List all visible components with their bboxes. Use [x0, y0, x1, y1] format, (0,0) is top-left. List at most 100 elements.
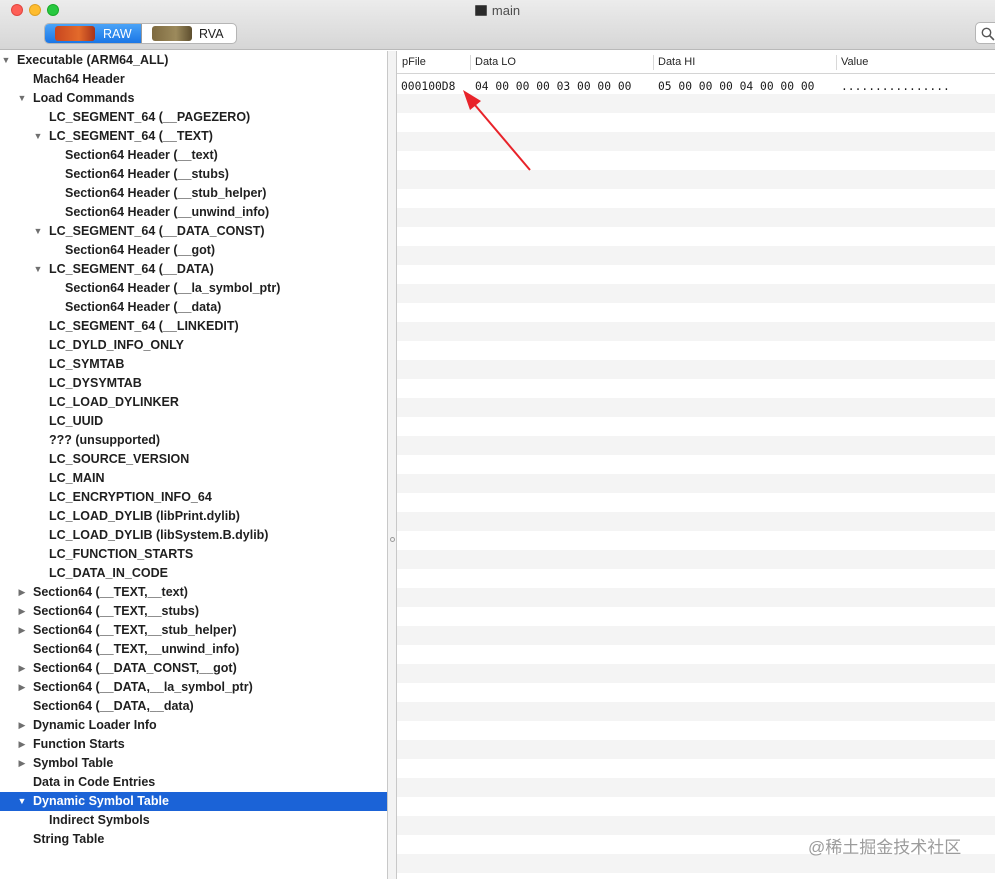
raw-mode-label: RAW: [103, 26, 132, 41]
outline-item[interactable]: LC_SEGMENT_64 (__PAGEZERO): [0, 108, 387, 127]
outline-item[interactable]: ▶ Section64 (__TEXT,__text): [0, 583, 387, 602]
table-row-stripe: [397, 436, 995, 455]
table-row-stripe: [397, 398, 995, 417]
rva-mode-segment[interactable]: RVA: [142, 24, 236, 43]
outline-item[interactable]: LC_LOAD_DYLIB (libSystem.B.dylib): [0, 526, 387, 545]
outline-item[interactable]: ▶ Section64 (__TEXT,__stub_helper): [0, 621, 387, 640]
search-icon: [981, 27, 995, 41]
outline-item-label: LC_DYSYMTAB: [49, 376, 142, 390]
outline-item[interactable]: Data in Code Entries: [0, 773, 387, 792]
outline-item-label: Data in Code Entries: [33, 775, 156, 789]
table-row-stripe: [397, 512, 995, 531]
search-button[interactable]: [975, 22, 995, 44]
outline-item-label: LC_LOAD_DYLIB (libPrint.dylib): [49, 509, 240, 523]
outline-item-label: LC_SEGMENT_64 (__TEXT): [49, 129, 213, 143]
outline-item-label: LC_SYMTAB: [49, 357, 125, 371]
raw-mode-segment[interactable]: RAW: [45, 24, 142, 43]
outline-item[interactable]: LC_SOURCE_VERSION: [0, 450, 387, 469]
outline-item[interactable]: ▼ LC_SEGMENT_64 (__DATA): [0, 260, 387, 279]
outline-item-label: LC_SEGMENT_64 (__DATA): [49, 262, 214, 276]
disclosure-collapsed-icon[interactable]: ▶: [17, 602, 27, 621]
table-row-stripe: [397, 778, 995, 797]
cell-data-hi[interactable]: 05 00 00 00 04 00 00 00: [658, 77, 814, 96]
outline-item[interactable]: ▶ Dynamic Loader Info: [0, 716, 387, 735]
outline-item[interactable]: Section64 (__TEXT,__unwind_info): [0, 640, 387, 659]
outline-item-label: Section64 Header (__got): [65, 243, 216, 257]
outline-item[interactable]: Section64 Header (__stubs): [0, 165, 387, 184]
outline-item[interactable]: ▶ Section64 (__DATA_CONST,__got): [0, 659, 387, 678]
outline-item[interactable]: Section64 Header (__text): [0, 146, 387, 165]
disclosure-expanded-icon[interactable]: ▼: [33, 222, 43, 241]
address-mode-segmented-control: RAW RVA: [44, 23, 237, 44]
split-view-divider[interactable]: [387, 51, 397, 879]
outline-item-label: LC_LOAD_DYLIB (libSystem.B.dylib): [49, 528, 269, 542]
outline-item[interactable]: LC_LOAD_DYLINKER: [0, 393, 387, 412]
outline-item[interactable]: ▶ Function Starts: [0, 735, 387, 754]
column-header-pfile[interactable]: pFile: [397, 51, 470, 74]
cell-value[interactable]: ................: [841, 77, 950, 96]
outline-item[interactable]: Indirect Symbols: [0, 811, 387, 830]
outline-item-label: Section64 Header (__text): [65, 148, 218, 162]
outline-item[interactable]: ▼ Dynamic Symbol Table: [0, 792, 387, 811]
outline-item[interactable]: ▶ Section64 (__DATA,__la_symbol_ptr): [0, 678, 387, 697]
disclosure-collapsed-icon[interactable]: ▶: [17, 659, 27, 678]
rva-mode-icon: [151, 26, 192, 41]
outline-item[interactable]: LC_SYMTAB: [0, 355, 387, 374]
outline-item[interactable]: LC_FUNCTION_STARTS: [0, 545, 387, 564]
column-header-value[interactable]: Value: [836, 51, 995, 74]
disclosure-expanded-icon[interactable]: ▼: [17, 792, 27, 811]
outline-item-label: Mach64 Header: [33, 72, 125, 86]
disclosure-expanded-icon[interactable]: ▼: [17, 89, 27, 108]
disclosure-collapsed-icon[interactable]: ▶: [17, 754, 27, 773]
column-header-data-lo[interactable]: Data LO: [470, 51, 653, 74]
outline-item[interactable]: LC_UUID: [0, 412, 387, 431]
outline-item[interactable]: ▶ Section64 (__TEXT,__stubs): [0, 602, 387, 621]
outline-item[interactable]: Section64 Header (__got): [0, 241, 387, 260]
outline-item-label: Section64 (__TEXT,__text): [33, 585, 188, 599]
outline-item[interactable]: Section64 Header (__data): [0, 298, 387, 317]
outline-item[interactable]: LC_DYSYMTAB: [0, 374, 387, 393]
outline-item[interactable]: Section64 Header (__unwind_info): [0, 203, 387, 222]
outline-item-label: Section64 (__TEXT,__unwind_info): [33, 642, 240, 656]
outline-item-label: Section64 Header (__data): [65, 300, 222, 314]
column-header-data-hi[interactable]: Data HI: [653, 51, 836, 74]
cell-pfile[interactable]: 000100D8: [401, 77, 455, 96]
outline-item-label: Indirect Symbols: [49, 813, 150, 827]
outline-item[interactable]: ▼ Executable (ARM64_ALL): [0, 51, 387, 70]
outline-item[interactable]: ▼ Load Commands: [0, 89, 387, 108]
outline-item[interactable]: Section64 Header (__la_symbol_ptr): [0, 279, 387, 298]
outline-item[interactable]: ▼ LC_SEGMENT_64 (__TEXT): [0, 127, 387, 146]
raw-mode-icon: [55, 26, 95, 41]
outline-item[interactable]: ▼ LC_SEGMENT_64 (__DATA_CONST): [0, 222, 387, 241]
outline-item[interactable]: LC_DYLD_INFO_ONLY: [0, 336, 387, 355]
outline-item[interactable]: ??? (unsupported): [0, 431, 387, 450]
disclosure-collapsed-icon[interactable]: ▶: [17, 583, 27, 602]
outline-item[interactable]: Section64 Header (__stub_helper): [0, 184, 387, 203]
outline-item[interactable]: LC_DATA_IN_CODE: [0, 564, 387, 583]
outline-item-label: LC_DYLD_INFO_ONLY: [49, 338, 184, 352]
outline-item[interactable]: LC_ENCRYPTION_INFO_64: [0, 488, 387, 507]
disclosure-expanded-icon[interactable]: ▼: [33, 260, 43, 279]
disclosure-collapsed-icon[interactable]: ▶: [17, 621, 27, 640]
table-row-stripe: [397, 626, 995, 645]
outline-item[interactable]: Section64 (__DATA,__data): [0, 697, 387, 716]
disclosure-expanded-icon[interactable]: ▼: [33, 127, 43, 146]
window-title: main: [491, 3, 521, 18]
disclosure-collapsed-icon[interactable]: ▶: [17, 735, 27, 754]
table-row-stripe: [397, 208, 995, 227]
outline-item[interactable]: ▶ Symbol Table: [0, 754, 387, 773]
disclosure-collapsed-icon[interactable]: ▶: [17, 678, 27, 697]
disclosure-expanded-icon[interactable]: ▼: [1, 51, 11, 70]
outline-item[interactable]: LC_SEGMENT_64 (__LINKEDIT): [0, 317, 387, 336]
outline-item-label: Symbol Table: [33, 756, 114, 770]
outline-item[interactable]: LC_LOAD_DYLIB (libPrint.dylib): [0, 507, 387, 526]
outline-item[interactable]: Mach64 Header: [0, 70, 387, 89]
outline-item-label: LC_MAIN: [49, 471, 105, 485]
table-row-stripe: [397, 702, 995, 721]
disclosure-collapsed-icon[interactable]: ▶: [17, 716, 27, 735]
outline-item-label: Section64 (__TEXT,__stubs): [33, 604, 200, 618]
outline-item-label: LC_LOAD_DYLINKER: [49, 395, 179, 409]
outline-item[interactable]: String Table: [0, 830, 387, 849]
outline-item[interactable]: LC_MAIN: [0, 469, 387, 488]
outline-item-label: Dynamic Loader Info: [33, 718, 157, 732]
